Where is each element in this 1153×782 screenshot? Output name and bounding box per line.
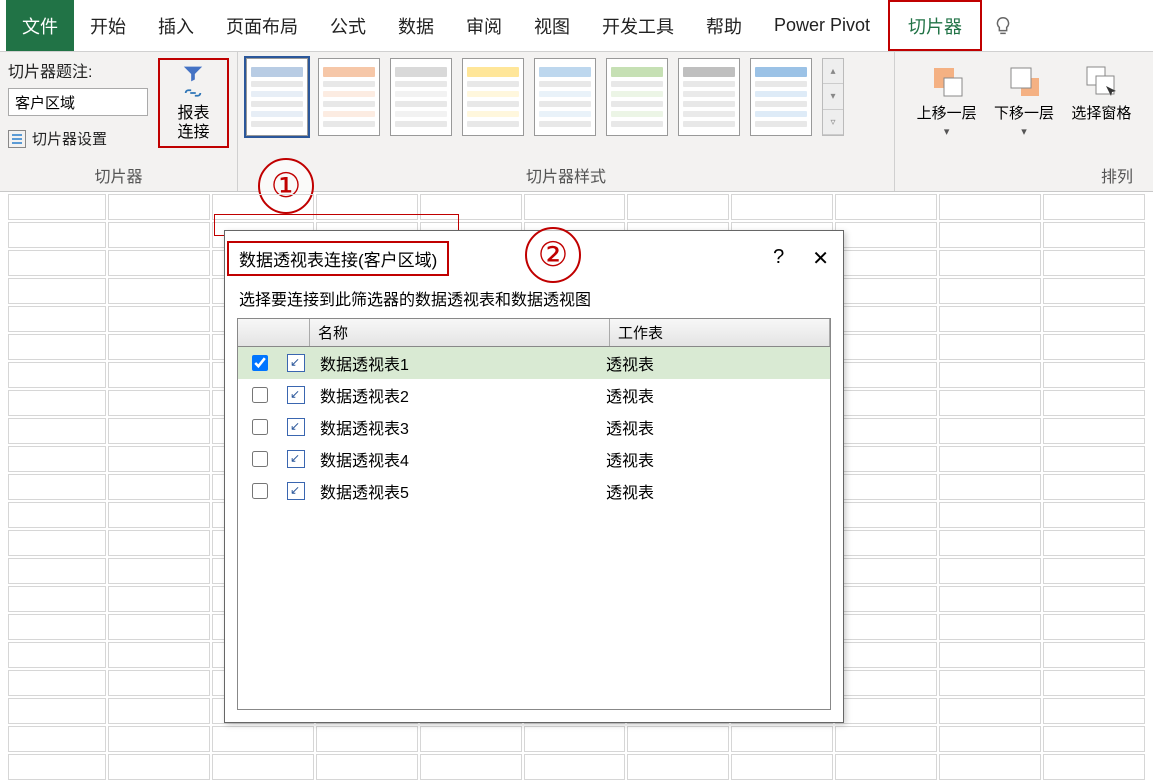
tab-developer[interactable]: 开发工具 (586, 0, 690, 51)
slicer-style-7[interactable] (678, 58, 740, 136)
tab-file[interactable]: 文件 (6, 0, 74, 51)
dialog-subtitle: 选择要连接到此筛选器的数据透视表和数据透视图 (225, 286, 843, 318)
tab-insert[interactable]: 插入 (142, 0, 210, 51)
dialog-titlebar[interactable]: 数据透视表连接(客户区域) ② ? ✕ (225, 231, 843, 286)
selection-pane-icon (1084, 64, 1118, 98)
pivot-row-sheet: 透视表 (606, 479, 826, 503)
tab-review[interactable]: 审阅 (450, 0, 518, 51)
pivot-row-sheet: 透视表 (606, 351, 826, 375)
selection-pane-label: 选择窗格 (1071, 102, 1131, 123)
bring-forward-label: 上移一层 (917, 102, 977, 123)
pivot-row-checkbox[interactable] (252, 419, 268, 435)
slicer-caption-block: 切片器题注: 切片器设置 (8, 58, 150, 149)
slicer-style-4[interactable] (462, 58, 524, 136)
send-backward-icon (1007, 64, 1041, 98)
slicer-style-6[interactable] (606, 58, 668, 136)
slicer-style-8[interactable] (750, 58, 812, 136)
slicer-style-1[interactable] (246, 58, 308, 136)
ribbon-group-slicer: 切片器题注: 切片器设置 报表连接 切片器 (0, 52, 238, 191)
group-label-styles: 切片器样式 (246, 159, 886, 189)
pivot-row-checkbox[interactable] (252, 483, 268, 499)
slicer-style-2[interactable] (318, 58, 380, 136)
scroll-btn[interactable]: ▾ (823, 85, 843, 110)
send-backward-button[interactable]: 下移一层 ▾ (990, 64, 1057, 138)
chevron-down-icon: ▾ (944, 125, 950, 138)
styles-scroll[interactable]: ▴▾▿ (822, 58, 844, 136)
pivot-row-sheet: 透视表 (606, 447, 826, 471)
pivot-row-name: 数据透视表3 (314, 415, 606, 439)
pivot-icon (278, 482, 314, 500)
tab-data[interactable]: 数据 (382, 0, 450, 51)
ribbon: 切片器题注: 切片器设置 报表连接 切片器 ▴▾ (0, 52, 1153, 192)
group-label-slicer: 切片器 (8, 159, 229, 189)
caption-label: 切片器题注: (8, 58, 150, 82)
report-conn-text1: 报表 (177, 105, 209, 122)
tab-help[interactable]: 帮助 (690, 0, 758, 51)
dialog-close-button[interactable]: ✕ (812, 246, 829, 271)
slicer-settings-icon (8, 130, 26, 148)
slicer-styles-gallery[interactable]: ▴▾▿ (246, 58, 886, 136)
bring-forward-icon (930, 64, 964, 98)
pivot-row-name: 数据透视表2 (314, 383, 606, 407)
pivot-row[interactable]: 数据透视表5透视表 (238, 475, 830, 507)
tab-slicer[interactable]: 切片器 (888, 0, 982, 51)
scroll-btn[interactable]: ▿ (823, 110, 843, 135)
tab-view[interactable]: 视图 (518, 0, 586, 51)
pivot-row[interactable]: 数据透视表4透视表 (238, 443, 830, 475)
selection-pane-button[interactable]: 选择窗格 (1068, 64, 1135, 123)
pivot-row-checkbox[interactable] (252, 451, 268, 467)
pivot-row[interactable]: 数据透视表3透视表 (238, 411, 830, 443)
ribbon-group-styles: ▴▾▿ 切片器样式 (238, 52, 895, 191)
chevron-down-icon: ▾ (1021, 125, 1027, 138)
pivot-row[interactable]: 数据透视表2透视表 (238, 379, 830, 411)
pivot-connections-dialog: 数据透视表连接(客户区域) ② ? ✕ 选择要连接到此筛选器的数据透视表和数据透… (224, 230, 844, 723)
report-connections-button[interactable]: 报表连接 (158, 58, 229, 148)
tab-pagelayout[interactable]: 页面布局 (210, 0, 314, 51)
pivot-icon (278, 386, 314, 404)
pivot-row-name: 数据透视表4 (314, 447, 606, 471)
tab-powerpivot[interactable]: Power Pivot (758, 0, 886, 51)
tab-home[interactable]: 开始 (74, 0, 142, 51)
dialog-list: 名称 工作表 数据透视表1透视表数据透视表2透视表数据透视表3透视表数据透视表4… (237, 318, 831, 710)
bring-forward-button[interactable]: 上移一层 ▾ (913, 64, 980, 138)
col-sheet[interactable]: 工作表 (610, 319, 830, 346)
pivot-row-checkbox[interactable] (252, 355, 268, 371)
callout-2: ② (525, 227, 581, 283)
ribbon-group-arrange: 上移一层 ▾ 下移一层 ▾ 选择窗格 排列 (895, 52, 1153, 191)
send-backward-label: 下移一层 (994, 102, 1054, 123)
pivot-row-name: 数据透视表5 (314, 479, 606, 503)
col-name[interactable]: 名称 (310, 319, 610, 346)
pivot-row-sheet: 透视表 (606, 383, 826, 407)
slicer-style-5[interactable] (534, 58, 596, 136)
report-conn-text2: 连接 (177, 124, 209, 141)
tab-formulas[interactable]: 公式 (314, 0, 382, 51)
pivot-row[interactable]: 数据透视表1透视表 (238, 347, 830, 379)
pivot-icon (278, 418, 314, 436)
dialog-title-text: 数据透视表连接(客户区域) (227, 241, 449, 276)
pivot-icon (278, 450, 314, 468)
dialog-help-button[interactable]: ? (773, 246, 784, 271)
pivot-row-checkbox[interactable] (252, 387, 268, 403)
slicer-settings-button[interactable]: 切片器设置 (8, 128, 150, 149)
dialog-list-header: 名称 工作表 (238, 319, 830, 347)
slicer-settings-label: 切片器设置 (32, 128, 107, 149)
tell-me-bulb-icon[interactable] (982, 0, 1024, 51)
pivot-icon (278, 354, 314, 372)
slicer-style-3[interactable] (390, 58, 452, 136)
pivot-row-sheet: 透视表 (606, 415, 826, 439)
report-connections-icon (173, 64, 213, 100)
caption-input[interactable] (8, 88, 148, 116)
menu-bar: 文件 开始 插入 页面布局 公式 数据 审阅 视图 开发工具 帮助 Power … (0, 0, 1153, 52)
col-check (238, 319, 310, 346)
scroll-btn[interactable]: ▴ (823, 59, 843, 84)
group-label-arrange: 排列 (903, 159, 1145, 189)
pivot-row-name: 数据透视表1 (314, 351, 606, 375)
